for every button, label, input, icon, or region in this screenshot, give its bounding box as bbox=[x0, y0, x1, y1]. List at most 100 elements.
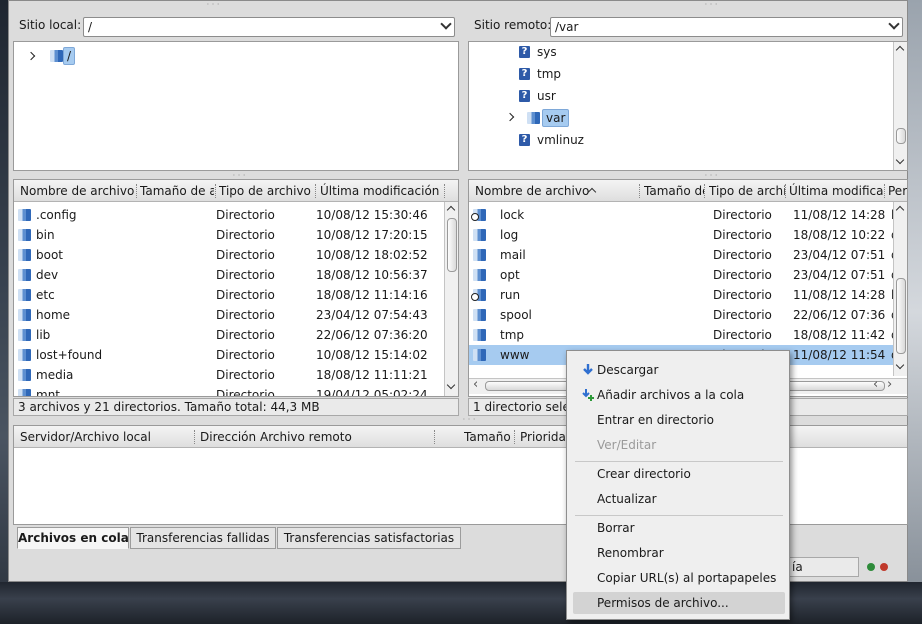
menu-item-enter-directory[interactable]: Entrar en directorio bbox=[573, 409, 785, 431]
table-row[interactable]: .config Directorio 10/08/12 15:30:46 bbox=[14, 205, 444, 225]
unknown-file-icon: ? bbox=[519, 68, 530, 80]
local-path-value: / bbox=[88, 20, 93, 34]
table-row[interactable]: dev Directorio 18/08/12 10:56:37 bbox=[14, 265, 444, 285]
table-row[interactable]: logDirectorio18/08/12 10:22...dı bbox=[469, 225, 902, 245]
table-row[interactable]: lib Directorio 22/06/12 07:36:20 bbox=[14, 325, 444, 345]
table-row[interactable]: lockDirectorio11/08/12 14:28...lı bbox=[469, 205, 898, 225]
column-header-remote-file[interactable]: Archivo remoto bbox=[260, 426, 430, 447]
menu-item-copy-url[interactable]: Copiar URL(s) al portapapeles bbox=[573, 567, 785, 589]
file-type: Directorio bbox=[216, 268, 275, 282]
remote-tree-pane[interactable]: ? sys ? tmp ? usr var ? vmlinuz bbox=[468, 41, 908, 171]
file-name: .config bbox=[36, 208, 77, 222]
remote-site-label: Sitio remoto: bbox=[474, 18, 552, 32]
column-header-modified[interactable]: Última modificaci bbox=[789, 180, 883, 201]
table-row[interactable]: spoolDirectorio22/06/12 07:36...dı bbox=[469, 305, 902, 325]
tab-failed-transfers[interactable]: Transferencias fallidas bbox=[130, 527, 276, 549]
link-overlay-icon bbox=[471, 293, 479, 301]
scroll-down-icon[interactable] bbox=[446, 380, 456, 390]
table-row[interactable]: tmpDirectorio18/08/12 11:42...dı bbox=[469, 325, 902, 345]
column-header-direction[interactable]: Dirección bbox=[200, 426, 256, 447]
scroll-down-icon[interactable] bbox=[895, 360, 905, 370]
file-type: Directorio bbox=[216, 328, 275, 342]
file-type: Directorio bbox=[216, 228, 275, 242]
folder-icon bbox=[18, 309, 31, 321]
status-led-red-icon bbox=[880, 563, 888, 571]
column-separator bbox=[194, 430, 195, 444]
local-tree-pane[interactable]: / bbox=[13, 41, 459, 171]
column-header-server-file[interactable]: Servidor/Archivo local bbox=[20, 426, 192, 447]
expand-arrow-icon[interactable] bbox=[505, 112, 515, 122]
column-header-name[interactable]: Nombre de archivo bbox=[475, 180, 591, 201]
scroll-down-icon[interactable] bbox=[895, 155, 905, 165]
file-modified: 23/04/12 07:51... bbox=[793, 248, 885, 262]
splitter-handle[interactable]: · · · bbox=[701, 1, 721, 9]
scroll-up-icon[interactable] bbox=[446, 205, 456, 215]
expand-arrow-icon[interactable] bbox=[26, 51, 36, 61]
menu-item-file-permissions[interactable]: Permisos de archivo... bbox=[573, 592, 785, 614]
local-list-scrollbar[interactable] bbox=[444, 202, 458, 396]
menu-item-add-to-queue[interactable]: Añadir archivos a la cola bbox=[573, 384, 785, 406]
menu-item-refresh[interactable]: Actualizar bbox=[573, 488, 785, 510]
column-header-size[interactable]: Tamaño bbox=[464, 426, 514, 447]
column-header-permissions[interactable]: Pern bbox=[888, 180, 907, 201]
folder-icon bbox=[18, 389, 31, 396]
remote-tree-scrollbar[interactable] bbox=[893, 42, 907, 170]
remote-list-scrollbar[interactable] bbox=[893, 202, 907, 376]
column-separator bbox=[785, 184, 786, 198]
menu-item-create-directory[interactable]: Crear directorio bbox=[573, 463, 785, 485]
tab-queued-files[interactable]: Archivos en cola bbox=[17, 527, 129, 549]
folder-icon bbox=[527, 112, 540, 124]
table-row[interactable]: mnt Directorio 19/04/12 05:02:24 bbox=[14, 385, 444, 396]
scroll-left-icon[interactable]: ‹ bbox=[473, 377, 478, 392]
menu-item-rename[interactable]: Renombrar bbox=[573, 542, 785, 564]
table-row[interactable]: lost+found Directorio 10/08/12 15:14:02 bbox=[14, 345, 444, 365]
scroll-thumb[interactable] bbox=[896, 128, 906, 144]
table-row[interactable]: optDirectorio23/04/12 07:51...dı bbox=[469, 265, 902, 285]
file-name: opt bbox=[500, 268, 520, 282]
table-row[interactable]: bin Directorio 10/08/12 17:20:15 bbox=[14, 225, 444, 245]
splitter-handle[interactable]: · · · bbox=[459, 416, 479, 424]
column-header-name[interactable]: Nombre de archivo bbox=[20, 180, 136, 201]
column-header-type[interactable]: Tipo de archiv bbox=[709, 180, 785, 201]
local-path-combo[interactable]: / bbox=[83, 17, 455, 37]
column-header-size[interactable]: Tamaño de ar bbox=[140, 180, 214, 201]
menu-separator bbox=[575, 461, 783, 462]
splitter-handle[interactable]: · · · bbox=[203, 1, 223, 9]
column-header-modified[interactable]: Última modificación bbox=[320, 180, 444, 201]
tree-item-var[interactable]: var bbox=[542, 109, 570, 127]
table-row[interactable]: etc Directorio 18/08/12 11:14:16 bbox=[14, 285, 444, 305]
table-row[interactable]: runDirectorio11/08/12 14:28...lı bbox=[469, 285, 898, 305]
scroll-up-icon[interactable] bbox=[895, 205, 905, 215]
scroll-up-icon[interactable] bbox=[895, 45, 905, 55]
chevron-down-icon[interactable] bbox=[888, 18, 900, 30]
unknown-file-icon: ? bbox=[519, 46, 530, 58]
file-modified: 18/08/12 11:11:21 bbox=[316, 368, 428, 382]
local-tree-root[interactable]: / bbox=[63, 47, 76, 65]
file-type: Directorio bbox=[713, 208, 772, 222]
table-row[interactable]: mailDirectorio23/04/12 07:51...dı bbox=[469, 245, 902, 265]
chevron-down-icon[interactable] bbox=[440, 18, 452, 30]
tab-successful-transfers[interactable]: Transferencias satisfactorias bbox=[277, 527, 461, 549]
column-header-size[interactable]: Tamaño de bbox=[644, 180, 704, 201]
scroll-right-icon[interactable]: › bbox=[887, 377, 892, 392]
file-type: Directorio bbox=[216, 208, 275, 222]
column-header-type[interactable]: Tipo de archivo bbox=[219, 180, 315, 201]
scroll-thumb[interactable] bbox=[447, 218, 457, 272]
local-file-list[interactable]: Nombre de archivo Tamaño de ar Tipo de a… bbox=[13, 179, 459, 397]
remote-path-combo[interactable]: /var bbox=[550, 17, 903, 37]
scroll-thumb[interactable] bbox=[896, 278, 906, 354]
file-type: Directorio bbox=[216, 248, 275, 262]
table-row[interactable]: boot Directorio 10/08/12 18:02:52 bbox=[14, 245, 444, 265]
folder-icon bbox=[473, 249, 486, 261]
file-type: Directorio bbox=[216, 368, 275, 382]
table-row[interactable]: media Directorio 18/08/12 11:11:21 bbox=[14, 365, 444, 385]
menu-item-delete[interactable]: Borrar bbox=[573, 517, 785, 539]
table-row[interactable]: home Directorio 23/04/12 07:54:43 bbox=[14, 305, 444, 325]
file-modified: 10/08/12 15:14:02 bbox=[316, 348, 428, 362]
file-modified: 10/08/12 18:02:52 bbox=[316, 248, 428, 262]
scroll-left-icon[interactable]: ‹ bbox=[873, 377, 878, 392]
local-site-label: Sitio local: bbox=[19, 18, 82, 32]
menu-item-download[interactable]: Descargar bbox=[573, 359, 785, 381]
column-separator bbox=[215, 184, 216, 198]
column-separator bbox=[444, 184, 445, 198]
